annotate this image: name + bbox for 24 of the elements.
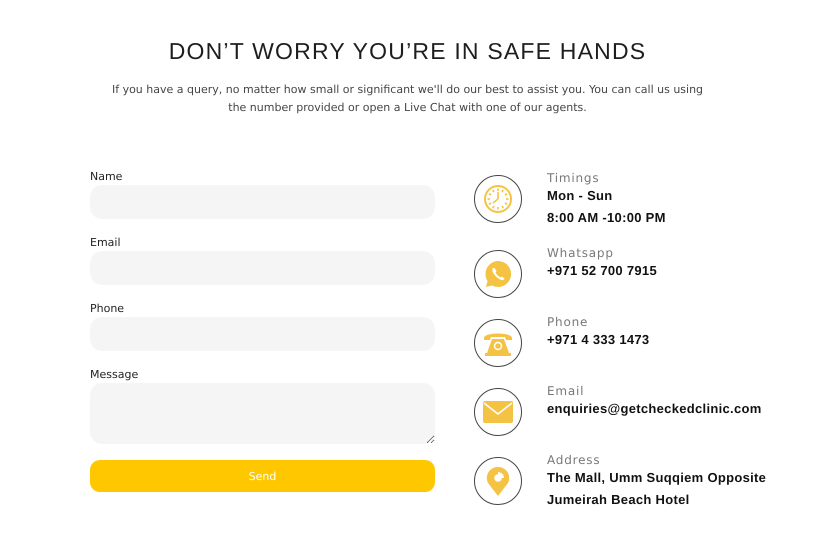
contact-label: Whatsapp [547, 246, 615, 260]
contact-label: Timings [547, 171, 600, 185]
contact-label: Address [547, 453, 602, 467]
clock-icon [483, 184, 513, 214]
field-label: Email [90, 235, 122, 251]
intro-text: If you have a query, no matter how small or significant we'll do our best to assist you. You can call us using the number provided or open a Live Chat with one of our agents. [110, 82, 704, 116]
field-label: Message [90, 367, 140, 383]
message-field[interactable] [90, 383, 435, 444]
contact-value: 8:00 AM -10:00 PM [547, 209, 666, 227]
contact-value: Jumeirah Beach Hotel [547, 491, 691, 509]
contact-label: Email [547, 384, 586, 398]
contact-value: The Mall, Umm Suqqiem Opposite [547, 469, 766, 487]
contact-value: +971 52 700 7915 [547, 262, 657, 280]
field-label: Phone [90, 301, 126, 317]
chat-phone-icon [483, 259, 513, 289]
location-pin-icon [484, 465, 512, 497]
contact-value: enquiries@getcheckedclinic.com [547, 400, 762, 418]
page-heading: DON’T WORRY YOU’RE IN SAFE HANDS [168, 38, 646, 65]
contact-value: +971 4 333 1473 [547, 331, 650, 349]
contact-label: Phone [547, 315, 590, 329]
send-button[interactable]: Send [90, 460, 435, 492]
field-label: Name [90, 169, 124, 185]
envelope-icon [483, 401, 513, 423]
contact-value: Mon - Sun [547, 187, 614, 205]
